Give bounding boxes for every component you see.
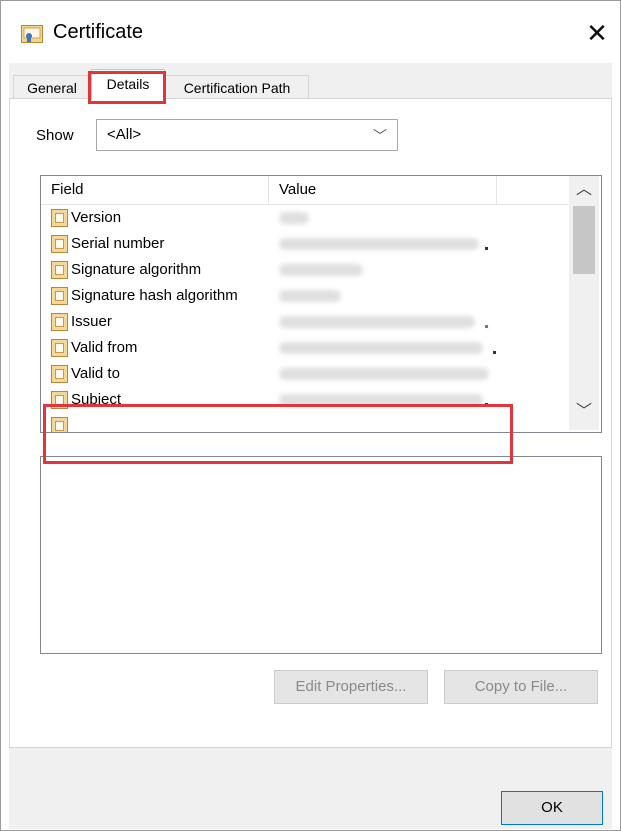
certificate-field-icon (51, 365, 68, 383)
field-name: Subject (71, 391, 122, 408)
tab-general[interactable]: General (13, 75, 91, 99)
tab-certification-path[interactable]: Certification Path (165, 75, 309, 99)
certificate-field-icon (51, 339, 68, 357)
close-button[interactable]: ✕ (577, 15, 617, 51)
field-name: Version (71, 209, 122, 226)
column-header-field[interactable]: Field (41, 176, 269, 204)
field-name: Signature hash algorithm (71, 287, 238, 304)
field-value-redacted (279, 368, 489, 380)
field-value-redacted (279, 394, 483, 406)
truncation-dot (485, 403, 488, 406)
show-label: Show (36, 127, 74, 144)
certificate-field-icon (51, 417, 68, 432)
certificate-field-icon (51, 391, 68, 409)
field-value-redacted (279, 264, 363, 276)
list-item[interactable]: Signature algorithm (41, 257, 569, 283)
field-name: Signature algorithm (71, 261, 202, 278)
certificate-field-icon (51, 261, 68, 279)
scroll-down-icon[interactable]: ﹀ (569, 400, 599, 424)
tab-details[interactable]: Details (91, 69, 165, 100)
field-value-redacted (279, 238, 479, 250)
chevron-down-icon: ﹀ (373, 128, 387, 144)
title-bar[interactable]: Certificate ✕ (1, 1, 620, 63)
certificate-field-icon (51, 313, 68, 331)
dialog-title: Certificate (53, 21, 144, 43)
show-select[interactable]: <All> ﹀ (96, 119, 398, 151)
certificate-field-icon (51, 287, 68, 305)
list-scrollbar[interactable]: ︿ ﹀ (569, 176, 599, 430)
scroll-thumb[interactable] (573, 206, 595, 274)
column-header-value[interactable]: Value (269, 176, 497, 204)
list-item[interactable]: Serial number (41, 231, 569, 257)
field-name: Valid to (71, 365, 120, 382)
truncation-dot (485, 247, 488, 250)
list-item[interactable]: Version (41, 205, 569, 231)
dialog-client-area: General Details Certification Path Show … (9, 63, 612, 829)
truncation-dot (485, 325, 488, 328)
show-select-value: <All> (107, 126, 142, 143)
field-name: Serial number (71, 235, 165, 252)
tab-strip: General Details Certification Path (9, 69, 612, 104)
certificate-icon (21, 25, 43, 43)
list-item[interactable]: Signature hash algorithm (41, 283, 569, 309)
field-name: Valid from (71, 339, 138, 356)
close-icon: ✕ (586, 17, 608, 48)
certificate-dialog: Certificate ✕ General Details Certificat… (0, 0, 621, 831)
certificate-field-icon (51, 209, 68, 227)
list-item[interactable]: Valid to (41, 361, 569, 387)
list-item[interactable]: Subject (41, 387, 569, 413)
field-name: Issuer (71, 313, 112, 330)
field-value-redacted (279, 316, 475, 328)
field-value-redacted (279, 342, 483, 354)
details-panel: Show <All> ﹀ Field Value Version Serial … (9, 98, 612, 748)
field-detail-text[interactable] (40, 456, 602, 654)
field-value-redacted (279, 290, 341, 302)
list-item[interactable]: Valid from (41, 335, 569, 361)
list-item[interactable] (41, 413, 569, 432)
scroll-up-icon[interactable]: ︿ (569, 178, 599, 202)
certificate-field-icon (51, 235, 68, 253)
list-header: Field Value (41, 176, 569, 205)
fields-list[interactable]: Field Value Version Serial number Signat… (40, 175, 602, 433)
edit-properties-button[interactable]: Edit Properties... (274, 670, 428, 704)
truncation-dot (493, 351, 496, 354)
ok-button[interactable]: OK (501, 791, 603, 825)
field-value-redacted (279, 212, 309, 224)
list-item[interactable]: Issuer (41, 309, 569, 335)
copy-to-file-button[interactable]: Copy to File... (444, 670, 598, 704)
